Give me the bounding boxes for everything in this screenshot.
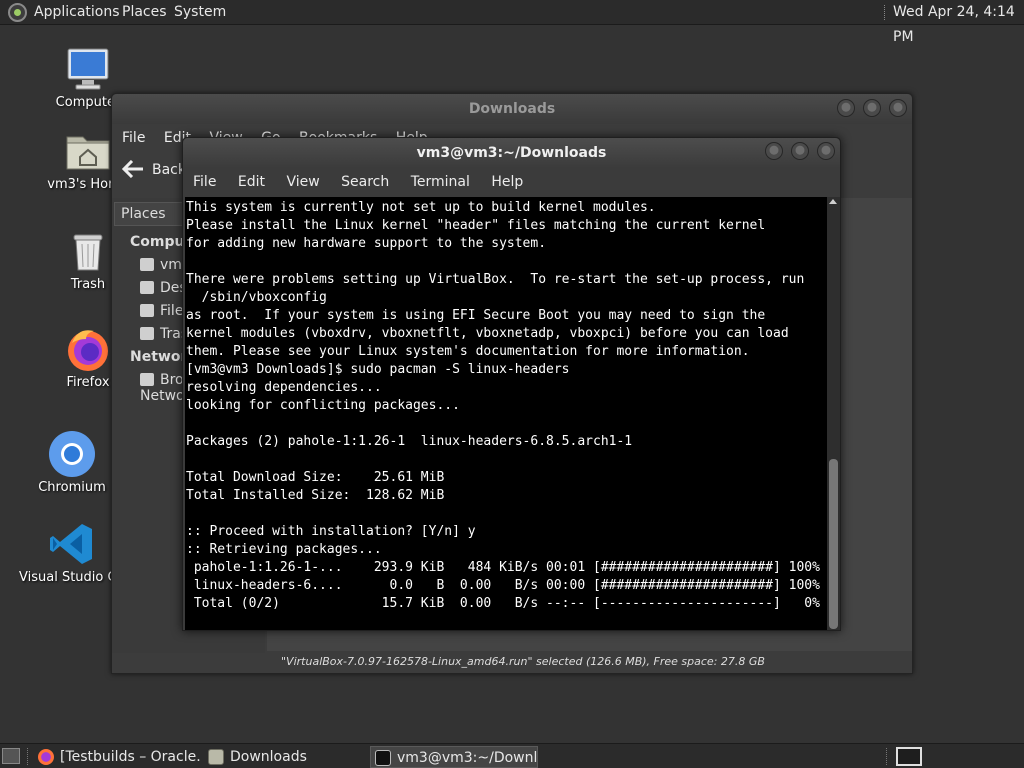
terminal-line: linux-headers-6.... 0.0 B 0.00 B/s 00:00… — [186, 578, 820, 593]
terminal-line: Please install the Linux kernel "header"… — [186, 218, 766, 233]
menu-edit[interactable]: Edit — [238, 174, 265, 190]
trash-icon — [140, 327, 154, 340]
menu-file[interactable]: File — [193, 174, 216, 190]
firefox-icon — [64, 325, 112, 373]
terminal-line: looking for conflicting packages... — [186, 398, 460, 413]
terminal-line: There were problems setting up VirtualBo… — [186, 272, 805, 287]
taskbar-item-label: Downloads — [230, 749, 307, 765]
terminal-menubar: File Edit View Search Terminal Help — [183, 168, 840, 196]
terminal-line: Total Download Size: 25.61 MiB — [186, 470, 445, 485]
file-manager-statusbar: "VirtualBox-7.0.97-162578-Linux_amd64.ru… — [267, 651, 912, 673]
taskbar-item-label: vm3@vm3:~/Downl... — [397, 750, 538, 766]
taskbar-item-firefox[interactable]: [Testbuilds – Oracle... — [34, 746, 200, 768]
top-panel: Applications Places System Wed Apr 24, 4… — [0, 0, 1024, 45]
clock[interactable]: Wed Apr 24, 4:14 PM — [893, 0, 1024, 50]
file-manager-titlebar[interactable]: Downloads — [112, 94, 912, 124]
panel-separator — [27, 748, 29, 765]
panel-separator — [886, 748, 888, 765]
minimize-button[interactable] — [837, 99, 855, 117]
minimize-button[interactable] — [765, 142, 783, 160]
terminal-scrollbar[interactable] — [827, 197, 840, 630]
terminal-line: :: Proceed with installation? [Y/n] y — [186, 524, 476, 539]
maximize-button[interactable] — [791, 142, 809, 160]
workspace-switcher[interactable] — [896, 747, 922, 766]
menu-search[interactable]: Search — [341, 174, 389, 190]
bottom-panel: [Testbuilds – Oracle... Downloads vm3@vm… — [0, 743, 1024, 768]
trash-icon — [64, 227, 112, 275]
terminal-line: Total Installed Size: 128.62 MiB — [186, 488, 445, 503]
terminal-line: [vm3@vm3 Downloads]$ sudo pacman -S linu… — [186, 362, 570, 377]
terminal-line: resolving dependencies... — [186, 380, 382, 395]
places-menu[interactable]: Places — [122, 0, 167, 25]
terminal-line: kernel modules (vboxdrv, vboxnetflt, vbo… — [186, 326, 789, 341]
taskbar-item-downloads[interactable]: Downloads — [204, 746, 364, 768]
maximize-button[interactable] — [863, 99, 881, 117]
panel-separator — [884, 5, 886, 20]
home-icon — [140, 258, 154, 271]
menu-terminal[interactable]: Terminal — [411, 174, 470, 190]
firefox-icon — [38, 749, 54, 765]
terminal-line: /sbin/vboxconfig — [186, 290, 327, 305]
terminal-line: as root. If your system is using EFI Sec… — [186, 308, 766, 323]
terminal-output[interactable]: This system is currently not set up to b… — [185, 197, 827, 630]
terminal-line: This system is currently not set up to b… — [186, 200, 656, 215]
terminal-line: for adding new hardware support to the s… — [186, 236, 547, 251]
desktop-icon — [140, 281, 154, 294]
menu-help[interactable]: Help — [491, 174, 523, 190]
chromium-icon — [48, 430, 96, 478]
taskbar-item-label: [Testbuilds – Oracle... — [60, 749, 200, 765]
terminal-line: :: Retrieving packages... — [186, 542, 382, 557]
applications-menu[interactable]: Applications — [34, 0, 120, 25]
close-button[interactable] — [889, 99, 907, 117]
folder-icon — [208, 749, 224, 765]
scroll-up-icon[interactable] — [829, 199, 837, 204]
home-folder-icon — [64, 127, 112, 175]
back-arrow-icon — [121, 159, 143, 179]
vscode-icon — [48, 520, 96, 568]
scrollbar-thumb[interactable] — [829, 459, 838, 629]
drive-icon — [140, 304, 154, 317]
terminal-line: pahole-1:1.26-1-... 293.9 KiB 484 KiB/s … — [186, 560, 820, 575]
terminal-icon — [375, 750, 391, 766]
back-button[interactable]: Back — [121, 159, 186, 179]
terminal-line: Total (0/2) 15.7 KiB 0.00 B/s --:-- [---… — [186, 596, 820, 611]
terminal-window[interactable]: vm3@vm3:~/Downloads File Edit View Searc… — [182, 137, 841, 631]
computer-icon — [64, 45, 112, 93]
system-menu[interactable]: System — [174, 0, 226, 25]
close-button[interactable] — [817, 142, 835, 160]
terminal-titlebar[interactable]: vm3@vm3:~/Downloads — [183, 138, 840, 168]
show-desktop-icon[interactable] — [2, 748, 20, 764]
menu-file[interactable]: File — [122, 130, 145, 146]
menu-view[interactable]: View — [286, 174, 319, 190]
taskbar-item-terminal[interactable]: vm3@vm3:~/Downl... — [370, 746, 538, 768]
terminal-text: This system is currently not set up to b… — [186, 199, 820, 613]
terminal-line: them. Please see your Linux system's doc… — [186, 344, 750, 359]
back-label: Back — [152, 162, 186, 178]
terminal-line: Packages (2) pahole-1:1.26-1 linux-heade… — [186, 434, 633, 449]
distro-logo-icon[interactable] — [8, 3, 27, 22]
network-icon — [140, 373, 154, 386]
